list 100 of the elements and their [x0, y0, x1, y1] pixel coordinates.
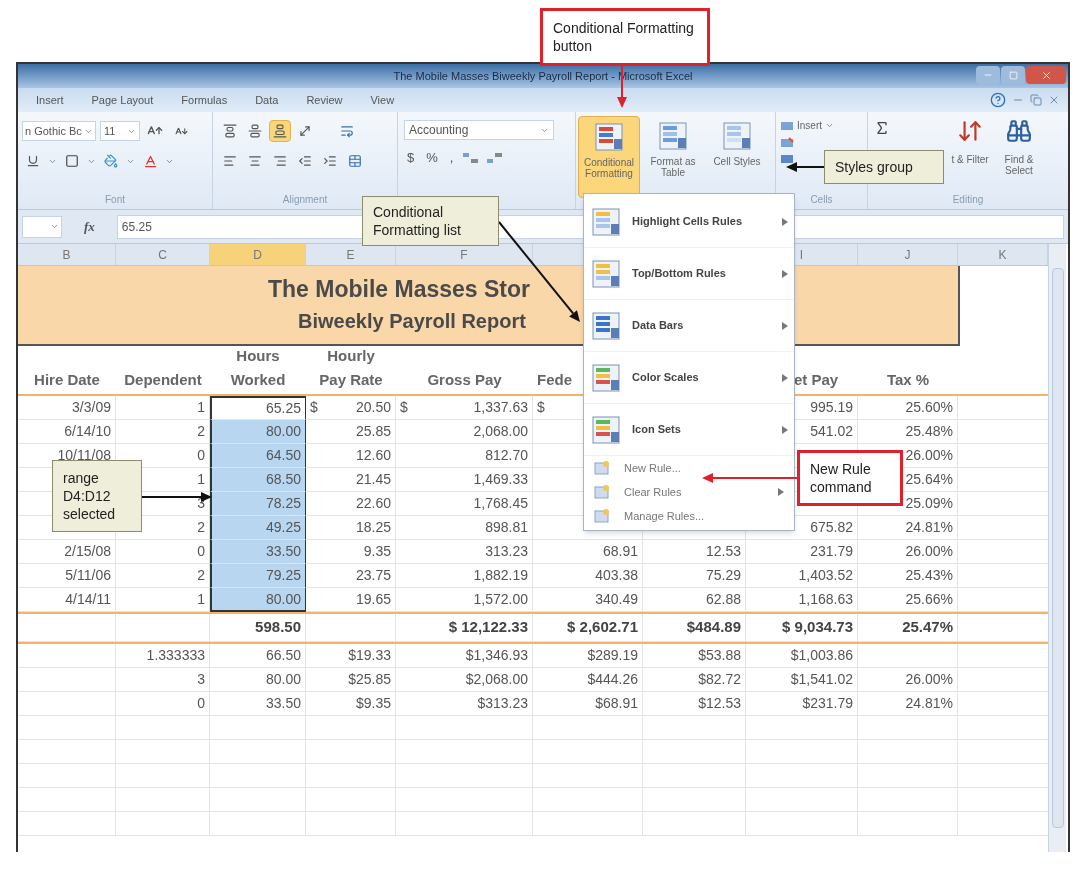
cell-value: 66.50 [264, 646, 302, 665]
sort-icon [957, 118, 983, 144]
cell-value: 1.333333 [145, 646, 206, 665]
cell-value: 79.25 [264, 566, 302, 585]
cell-value: 22.60 [354, 494, 392, 513]
ribbon-tab[interactable]: Page Layout [77, 91, 168, 109]
submenu-arrow-icon [782, 425, 788, 434]
cell-value: 80.00 [264, 589, 302, 609]
ribbon-button[interactable]: Find & Select [994, 118, 1044, 176]
help-icon[interactable] [990, 92, 1006, 108]
menu-item[interactable]: Manage Rules... [584, 504, 794, 528]
cell-value: 2,068.00 [472, 422, 529, 441]
spreadsheet-icon [590, 361, 622, 394]
cell-value: 33.50 [264, 542, 302, 561]
column-heading: Fede [537, 370, 572, 390]
vertical-scrollbar[interactable] [1048, 244, 1066, 852]
cell-value: 4/14/11 [64, 590, 112, 609]
font-size-field[interactable]: 11 [100, 121, 140, 141]
ribbon-tab[interactable]: View [356, 91, 409, 109]
cell-value: $313.23 [476, 694, 529, 713]
cell-value: 25.60% [904, 398, 954, 417]
cell-value: 2 [196, 566, 206, 585]
ribbon-tab[interactable]: Formulas [167, 91, 242, 109]
cell-value: 25.09% [904, 494, 954, 513]
sheet-subtitle: Biweekly Payroll Report [298, 309, 526, 334]
group-label: Editing [952, 193, 984, 207]
menu-item[interactable]: Top/Bottom Rules [584, 248, 794, 300]
cell-value: 541.02 [809, 422, 854, 441]
cell-value: 1,168.63 [797, 590, 854, 609]
ribbon-tab[interactable]: Insert [22, 91, 78, 109]
callout-label: New Rule command [797, 450, 903, 506]
cell-value: 25.47% [901, 617, 954, 638]
delete-cells-icon[interactable] [780, 137, 794, 149]
sum-icon[interactable] [874, 120, 890, 136]
number-format-button[interactable]: , [446, 148, 457, 168]
cell-value: 1,469.33 [472, 470, 529, 489]
spreadsheet-icon [590, 205, 622, 238]
menu-item[interactable]: Clear Rules [584, 480, 794, 504]
submenu-arrow-icon [782, 321, 788, 330]
cell-value: 24.81% [904, 518, 954, 537]
menu-item[interactable]: Data Bars [584, 300, 794, 352]
cell-value: 1,572.00 [472, 590, 529, 609]
cell-value: 1,403.52 [797, 566, 854, 585]
font-name-field[interactable]: n Gothic Bc [22, 121, 96, 141]
ribbon-tab[interactable]: Review [292, 91, 357, 109]
ribbon-button[interactable]: t & Filter [948, 118, 992, 165]
cell-value: $25.85 [347, 670, 392, 689]
cell-value: $444.26 [586, 670, 639, 689]
scroll-thumb[interactable] [1051, 268, 1064, 828]
restore-icon[interactable] [1030, 94, 1042, 106]
number-format-dropdown[interactable]: Accounting [404, 120, 554, 140]
cell-value: $1,346.93 [464, 646, 529, 665]
caret-icon [50, 222, 59, 231]
column-header[interactable]: B [18, 244, 116, 265]
column-heading: Pay Rate [319, 370, 383, 390]
cell-value: 21.45 [354, 470, 392, 489]
menu-item[interactable]: Icon Sets [584, 404, 794, 456]
cell-value: 23.75 [354, 566, 392, 585]
cell-value: 20.50 [355, 398, 391, 417]
cell-value: 995.19 [809, 398, 854, 417]
cell-value: 231.79 [809, 542, 854, 561]
cell-value: 49.25 [264, 518, 302, 537]
cell-value: 3/3/09 [71, 398, 112, 417]
cell-value: 5/11/06 [64, 566, 112, 585]
menu-item[interactable]: Color Scales [584, 352, 794, 404]
cell-value: 1,337.63 [473, 398, 528, 417]
cell-value: 68.50 [264, 470, 302, 489]
currency-sign: $ [537, 398, 545, 417]
cell-value: 25.48% [904, 422, 954, 441]
menu-item[interactable]: Highlight Cells Rules [584, 196, 794, 248]
cell-value: $484.89 [685, 617, 742, 638]
callout-label: Conditional Formatting list [362, 196, 499, 246]
format-cells-icon[interactable] [780, 153, 794, 165]
function-label[interactable]: fx [68, 216, 111, 237]
maximize-icon [1008, 70, 1018, 80]
number-format-button[interactable]: $ [404, 148, 418, 168]
menu-item[interactable]: New Rule... [584, 456, 794, 480]
insert-cells-button[interactable]: Insert [780, 118, 863, 133]
cell-value: 68.91 [601, 542, 639, 561]
number-format-button[interactable]: % [423, 148, 441, 168]
cell-value: 2/15/08 [63, 542, 112, 561]
sheet-title: The Mobile Masses Stor [268, 275, 530, 304]
cell-value: 2 [196, 422, 206, 441]
cell-value: $ 9,034.73 [781, 617, 854, 638]
cell-value: $231.79 [801, 694, 854, 713]
spreadsheet-icon [590, 413, 622, 446]
column-heading: Hourly [327, 346, 375, 366]
callout-label: Conditional Formatting button [540, 8, 710, 66]
vertical-align-icon[interactable] [269, 120, 291, 142]
caret-icon [825, 121, 834, 130]
cell-value: 0 [196, 446, 206, 465]
submenu-arrow-icon [782, 217, 788, 226]
ribbon-tab[interactable]: Data [241, 91, 293, 109]
column-heading: Dependent [124, 370, 202, 390]
column-header[interactable]: D [210, 244, 306, 265]
column-header[interactable]: J [858, 244, 958, 265]
close-icon[interactable] [1048, 94, 1060, 106]
cell-value: $ 2,602.71 [566, 617, 639, 638]
cell-value: $1,003.86 [789, 646, 854, 665]
ribbon-button[interactable]: Conditional Formatting [578, 116, 640, 198]
